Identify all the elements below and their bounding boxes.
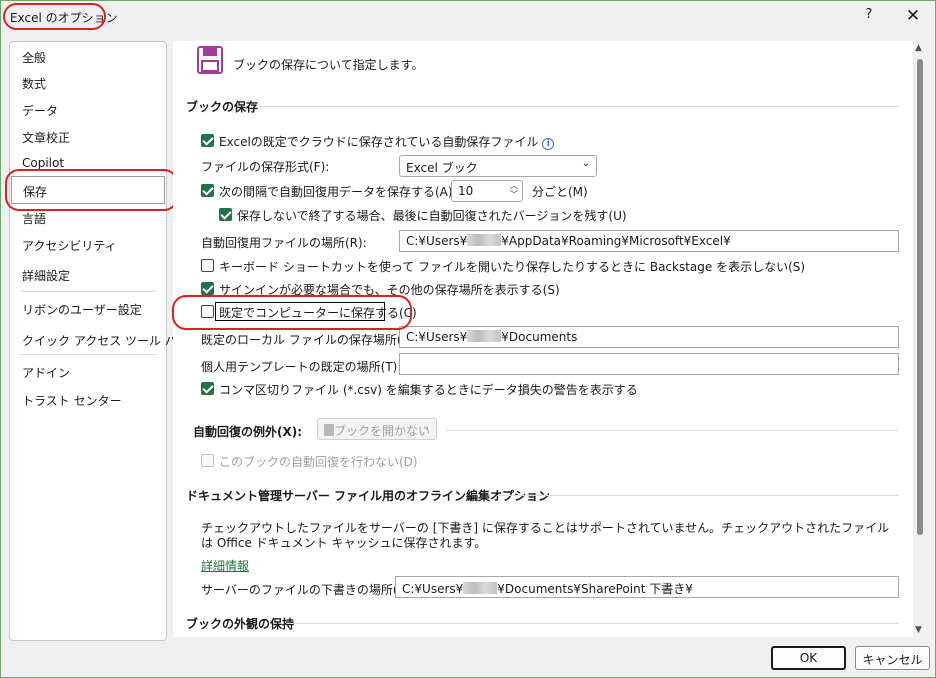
autosave-cloud-checkbox[interactable] — [201, 134, 214, 147]
keep-last-version-label: 保存しないで終了する場合、最後に自動回復されたバージョンを残す(U) — [237, 209, 627, 223]
scroll-up-icon[interactable]: ▲ — [915, 43, 922, 53]
options-content-pane: ブックの保存について指定します。 ブックの保存 Excelの既定でクラウドに保存… — [173, 41, 913, 637]
scrollbar-thumb[interactable] — [917, 59, 923, 535]
info-icon[interactable]: i — [542, 138, 555, 150]
redacted-username — [467, 234, 502, 246]
autorecover-minutes-value: 10 — [458, 184, 474, 198]
save-format-label: ファイルの保存形式(F): — [201, 160, 330, 174]
minutes-unit-label: 分ごと(M) — [532, 185, 588, 199]
section-title-visual-appearance: ブックの外観の保持 — [186, 617, 295, 631]
sidebar-item-accessibility[interactable]: アクセシビリティ — [22, 237, 117, 254]
autorecover-minutes-stepper[interactable]: 10 ︿ ﹀ — [451, 180, 523, 202]
sidebar-item-advanced[interactable]: 詳細設定 — [22, 267, 70, 284]
section-divider — [289, 623, 899, 624]
autorecover-location-field[interactable]: C:¥Users¥ ¥AppData¥Roaming¥Microsoft¥Exce… — [399, 230, 899, 252]
section-title-offline-editing: ドキュメント管理サーバー ファイル用のオフライン編集オプション — [186, 489, 551, 503]
path-prefix: C:¥Users¥ — [406, 234, 468, 248]
sidebar-separator — [20, 354, 156, 355]
path-suffix: ¥Documents¥SharePoint 下書き¥ — [497, 582, 693, 596]
section-divider — [497, 495, 899, 496]
close-button[interactable]: ✕ — [903, 6, 923, 26]
save-disk-icon — [197, 46, 223, 74]
sidebar-item-data[interactable]: データ — [22, 102, 58, 119]
redacted-username — [467, 330, 502, 342]
excel-file-icon — [324, 424, 334, 436]
path-suffix: ¥AppData¥Roaming¥Microsoft¥Excel¥ — [501, 234, 731, 248]
autorecover-checkbox[interactable] — [201, 184, 214, 197]
default-local-location-label: 既定のローカル ファイルの保存場所(I): — [201, 333, 414, 347]
section-divider — [259, 106, 899, 107]
sidebar-item-addins[interactable]: アドイン — [22, 364, 70, 381]
save-highlight-ring — [5, 169, 178, 211]
sidebar-item-quick-access[interactable]: クイック アクセス ツール バー — [22, 332, 189, 349]
keep-last-version-checkbox[interactable] — [219, 208, 232, 221]
category-sidebar: 全般 数式 データ 文章校正 Copilot 保存 言語 アクセシビリティ 詳細… — [9, 41, 189, 641]
title-bar: Excel のオプション ? ✕ — [1, 1, 935, 33]
sidebar-separator — [20, 291, 156, 292]
path-suffix: ¥Documents — [501, 330, 578, 344]
more-info-link[interactable]: 詳細情報 — [201, 557, 249, 574]
ok-button[interactable]: OK — [771, 646, 846, 670]
redacted-username — [463, 582, 498, 594]
csv-warning-checkbox[interactable] — [201, 382, 214, 395]
personal-templates-field[interactable] — [399, 353, 899, 375]
server-drafts-label: サーバーのファイルの下書きの場所(V): — [201, 583, 415, 597]
scroll-down-icon[interactable]: ▼ — [915, 625, 922, 635]
save-format-dropdown[interactable]: Excel ブック ⌄ — [399, 155, 597, 177]
path-prefix: C:¥Users¥ — [402, 582, 464, 596]
exception-workbook-value: ブックを開かない — [334, 424, 431, 438]
save-to-computer-highlight-ring — [172, 295, 412, 330]
section-title-autorecover-exceptions: 自動回復の例外(X): — [193, 425, 303, 439]
sidebar-item-trust-center[interactable]: トラスト センター — [22, 392, 122, 409]
personal-templates-label: 個人用テンプレートの既定の場所(T): — [201, 360, 402, 374]
chevron-down-icon: ⌄ — [581, 158, 590, 169]
server-drafts-field[interactable]: C:¥Users¥ ¥Documents¥SharePoint 下書き¥ — [395, 576, 899, 598]
section-title-save-workbooks: ブックの保存 — [186, 100, 259, 114]
section-divider — [445, 430, 899, 431]
cancel-button[interactable]: キャンセル — [855, 646, 930, 670]
title-highlight-ring — [3, 3, 106, 30]
disable-autorecover-checkbox[interactable] — [201, 454, 214, 467]
chevron-down-icon: ⌄ — [421, 421, 430, 432]
autorecover-location-label: 自動回復用ファイルの場所(R): — [201, 236, 367, 250]
no-backstage-label: キーボード ショートカットを使って ファイルを開いたり保存したりするときに Ba… — [219, 260, 806, 274]
exception-workbook-dropdown[interactable]: ブックを開かない ⌄ — [317, 418, 437, 440]
disable-autorecover-label: このブックの自動回復を行わない(D) — [219, 455, 418, 469]
vertical-scrollbar[interactable]: ▲ ▼ — [913, 41, 927, 637]
sidebar-item-copilot[interactable]: Copilot — [22, 156, 64, 170]
show-additional-places-checkbox[interactable] — [201, 282, 214, 295]
default-local-location-field[interactable]: C:¥Users¥ ¥Documents — [399, 326, 899, 348]
sidebar-item-general[interactable]: 全般 — [22, 49, 46, 66]
sidebar-item-customize-ribbon[interactable]: リボンのユーザー設定 — [22, 301, 142, 318]
help-button[interactable]: ? — [861, 7, 877, 27]
offline-note-text: チェックアウトしたファイルをサーバーの [下書き] に保存することはサポートされ… — [201, 521, 890, 550]
sidebar-item-proofing[interactable]: 文章校正 — [22, 129, 70, 146]
autorecover-label: 次の間隔で自動回復用データを保存する(A): — [219, 185, 457, 199]
path-prefix: C:¥Users¥ — [406, 330, 468, 344]
autosave-cloud-label: Excelの既定でクラウドに保存されている自動保存ファイル i — [219, 133, 555, 150]
save-format-value: Excel ブック — [406, 161, 478, 175]
csv-warning-label: コンマ区切りファイル (*.csv) を編集するときにデータ損失の警告を表示する — [219, 383, 638, 397]
spinner-arrows-icon[interactable]: ︿ ﹀ — [510, 181, 518, 199]
page-header-text: ブックの保存について指定します。 — [233, 58, 424, 72]
sidebar-item-language[interactable]: 言語 — [22, 210, 46, 227]
sidebar-item-formulas[interactable]: 数式 — [22, 75, 46, 92]
no-backstage-checkbox[interactable] — [201, 259, 214, 272]
excel-options-dialog: Excel のオプション ? ✕ 全般 数式 データ 文章校正 Copilot … — [0, 0, 936, 678]
